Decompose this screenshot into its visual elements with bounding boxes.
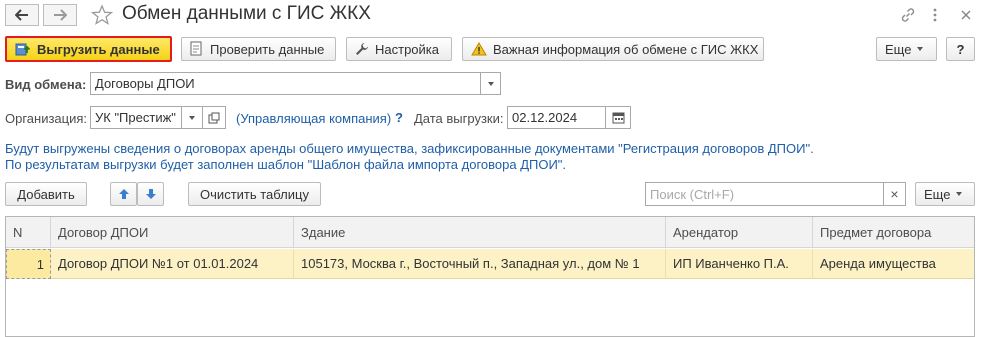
table-more-label: Еще (924, 186, 951, 202)
table-header: N Договор ДПОИ Здание Арендатор Предмет … (6, 217, 974, 248)
more-button[interactable]: Еще (876, 37, 937, 61)
open-form-icon (208, 112, 220, 123)
window-title: Обмен данными с ГИС ЖКХ (122, 3, 371, 24)
warning-icon (471, 42, 487, 56)
table-more-button[interactable]: Еще (915, 182, 975, 206)
arrow-down-icon (145, 189, 156, 199)
help-label: ? (956, 41, 965, 57)
cell-building[interactable]: 105173, Москва г., Восточный п., Западна… (294, 249, 666, 279)
exchange-type-select[interactable]: Договоры ДПОИ (90, 72, 481, 95)
check-document-icon (190, 41, 204, 57)
chevron-down-icon (917, 47, 924, 51)
organization-label: Организация: (5, 111, 88, 126)
organization-dropdown[interactable] (181, 106, 203, 129)
upload-icon (15, 41, 31, 57)
column-header-n[interactable]: N (6, 217, 51, 248)
organization-help-link[interactable]: ? (395, 110, 403, 125)
organization-field[interactable]: УК "Престиж" (90, 106, 182, 129)
settings-label: Настройка (375, 41, 439, 57)
column-header-building[interactable]: Здание (294, 217, 666, 248)
cell-contract[interactable]: Договор ДПОИ №1 от 01.01.2024 (51, 249, 294, 279)
clear-search-button[interactable]: × (883, 182, 906, 206)
chevron-down-icon (189, 115, 195, 120)
favorite-star-icon[interactable] (90, 4, 114, 26)
calendar-button[interactable] (605, 106, 631, 129)
help-button[interactable]: ? (946, 37, 975, 61)
arrow-left-icon (15, 9, 28, 21)
important-info-label: Важная информация об обмене с ГИС ЖКХ (493, 41, 759, 57)
clear-table-button[interactable]: Очистить таблицу (188, 182, 321, 206)
close-icon[interactable] (956, 5, 976, 25)
arrow-up-icon (118, 189, 129, 199)
column-header-tenant[interactable]: Арендатор (666, 217, 813, 248)
upload-data-label: Выгрузить данные (37, 41, 160, 57)
clear-table-label: Очистить таблицу (200, 186, 309, 202)
chevron-down-icon (956, 192, 963, 196)
calendar-icon (612, 112, 624, 124)
organization-open-button[interactable] (202, 106, 226, 129)
move-down-button[interactable] (137, 182, 164, 206)
wrench-icon (355, 42, 369, 56)
cell-tenant[interactable]: ИП Иванченко П.А. (666, 249, 813, 279)
exchange-type-dropdown[interactable] (480, 72, 501, 95)
arrow-right-icon (54, 9, 67, 21)
check-data-label: Проверить данные (210, 41, 325, 57)
add-button[interactable]: Добавить (5, 182, 87, 206)
forward-button[interactable] (43, 4, 77, 26)
link-icon[interactable] (898, 5, 918, 25)
table-row[interactable]: 1 Договор ДПОИ №1 от 01.01.2024 105173, … (6, 249, 974, 279)
chevron-down-icon (487, 81, 494, 86)
cell-subject[interactable]: Аренда имущества (813, 249, 974, 279)
more-label: Еще (885, 41, 912, 57)
add-label: Добавить (17, 186, 75, 202)
exchange-type-label: Вид обмена: (5, 77, 87, 92)
check-data-button[interactable]: Проверить данные (181, 37, 336, 61)
search-input[interactable]: Поиск (Ctrl+F) (645, 182, 884, 206)
upload-date-input[interactable]: 02.12.2024 (507, 106, 606, 129)
column-header-contract[interactable]: Договор ДПОИ (51, 217, 294, 248)
more-vertical-icon[interactable] (925, 5, 945, 25)
info-text-line1: Будут выгружены сведения о договорах аре… (5, 141, 814, 156)
cell-n[interactable]: 1 (6, 249, 51, 279)
column-header-subject[interactable]: Предмет договора (813, 217, 974, 248)
important-info-button[interactable]: Важная информация об обмене с ГИС ЖКХ (462, 37, 764, 61)
organization-role-link[interactable]: (Управляющая компания) (236, 111, 391, 126)
move-up-button[interactable] (110, 182, 137, 206)
back-button[interactable] (5, 4, 39, 26)
info-text-line2: По результатам выгрузки будет заполнен ш… (5, 157, 567, 172)
upload-date-label: Дата выгрузки: (414, 111, 504, 126)
settings-button[interactable]: Настройка (346, 37, 452, 61)
contracts-table[interactable]: N Договор ДПОИ Здание Арендатор Предмет … (5, 216, 975, 337)
upload-data-button[interactable]: Выгрузить данные (5, 36, 172, 62)
